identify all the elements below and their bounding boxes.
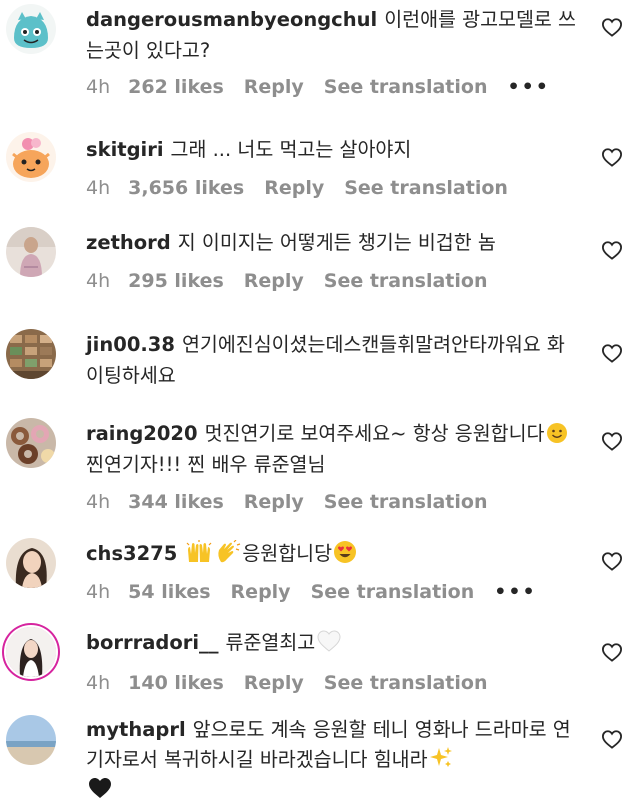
raising-hands-emoji-icon: [186, 540, 212, 562]
see-translation-button[interactable]: See translation: [324, 672, 488, 694]
see-translation-button[interactable]: See translation: [344, 177, 508, 199]
reply-button[interactable]: Reply: [244, 76, 304, 98]
comment-text: mythaprl 앞으로도 계속 응원할 테니 영화나 드라마로 연기자로서 복귀…: [86, 715, 576, 805]
reply-button[interactable]: Reply: [244, 672, 304, 694]
comment-time: 4h: [86, 672, 111, 694]
comment-meta: 4h 3,656 likes Reply See translation: [86, 177, 528, 199]
heart-outline-icon[interactable]: [601, 729, 623, 749]
reply-button[interactable]: Reply: [231, 581, 291, 603]
heart-outline-icon[interactable]: [601, 343, 623, 363]
comment-meta: 4h 262 likes Reply See translation •••: [86, 76, 550, 98]
comment-username[interactable]: chs3275: [86, 542, 177, 565]
more-options-icon[interactable]: •••: [507, 76, 549, 98]
comment-username[interactable]: zethord: [86, 231, 171, 254]
avatar[interactable]: [6, 538, 56, 588]
avatar[interactable]: [6, 227, 56, 277]
white-heart-emoji-icon: [317, 630, 341, 652]
heart-outline-icon[interactable]: [601, 17, 623, 37]
comment-time: 4h: [86, 177, 111, 199]
see-translation-button[interactable]: See translation: [324, 76, 488, 98]
clapping-hands-emoji-icon: [218, 540, 241, 563]
comment-time: 4h: [86, 491, 111, 513]
comment-body: 멋진연기로 보여주세요~ 항상 응원합니다: [204, 422, 545, 445]
comment-username[interactable]: borrradori__: [86, 631, 219, 654]
comment-time: 4h: [86, 76, 111, 98]
comment-text: skitgiri 그래 ... 너도 먹고는 살아야지: [86, 134, 576, 165]
heart-outline-icon[interactable]: [601, 642, 623, 662]
comment-body: 지 이미지는 어떻게든 챙기는 비겁한 놈: [177, 231, 496, 254]
reply-button[interactable]: Reply: [244, 491, 304, 513]
more-options-icon[interactable]: •••: [494, 581, 536, 603]
comment-body: 응원합니당: [242, 542, 333, 565]
comment-time: 4h: [86, 581, 111, 603]
avatar[interactable]: [6, 418, 56, 468]
see-translation-button[interactable]: See translation: [324, 270, 488, 292]
heart-eyes-emoji-icon: [334, 541, 357, 563]
avatar[interactable]: [6, 4, 56, 54]
reply-button[interactable]: Reply: [244, 270, 304, 292]
likes-count[interactable]: 140 likes: [128, 672, 224, 694]
likes-count[interactable]: 3,656 likes: [128, 177, 244, 199]
avatar[interactable]: [6, 715, 56, 765]
avatar[interactable]: [6, 132, 56, 182]
comment-text: raing2020 멋진연기로 보여주세요~ 항상 응원합니다 찐연기자!!! 찐…: [86, 418, 576, 480]
see-translation-button[interactable]: See translation: [324, 491, 488, 513]
avatar[interactable]: [6, 329, 56, 379]
comment-meta: 4h 140 likes Reply See translation: [86, 672, 507, 694]
comment-text: borrradori__ 류준열최고: [86, 627, 576, 658]
black-heart-emoji-icon: [89, 778, 111, 798]
likes-count[interactable]: 262 likes: [128, 76, 224, 98]
comment-meta: 4h 344 likes Reply See translation: [86, 491, 507, 513]
comment-username[interactable]: dangerousmanbyeongchul: [86, 8, 377, 31]
comment-text: jin00.38 연기에진심이셨는데스캔들휘말려안타까워요 화이팅하세요: [86, 329, 576, 391]
heart-outline-icon[interactable]: [601, 431, 623, 451]
heart-outline-icon[interactable]: [601, 551, 623, 571]
comment-username[interactable]: mythaprl: [86, 718, 186, 741]
heart-outline-icon[interactable]: [601, 240, 623, 260]
comment-username[interactable]: skitgiri: [86, 138, 164, 161]
comment-time: 4h: [86, 270, 111, 292]
comment-meta: 4h 54 likes Reply See translation •••: [86, 581, 537, 603]
comment-body: 그래 ... 너도 먹고는 살아야지: [170, 138, 412, 161]
likes-count[interactable]: 344 likes: [128, 491, 224, 513]
comment-username[interactable]: jin00.38: [86, 333, 175, 356]
comment-body-continued: 찐연기자!!! 찐 배우 류준열님: [86, 453, 326, 476]
sparkles-emoji-icon: [429, 747, 452, 767]
comment-username[interactable]: raing2020: [86, 422, 198, 445]
reply-button[interactable]: Reply: [264, 177, 324, 199]
likes-count[interactable]: 295 likes: [128, 270, 224, 292]
heart-outline-icon[interactable]: [601, 147, 623, 167]
comment-text: dangerousmanbyeongchul 이런애를 광고모델로 쓰는곳이 있다…: [86, 4, 576, 66]
likes-count[interactable]: 54 likes: [128, 581, 210, 603]
comment-body: 류준열최고: [225, 631, 316, 654]
comment-text: chs3275 응원합니당: [86, 538, 576, 569]
comment-text: zethord 지 이미지는 어떻게든 챙기는 비겁한 놈: [86, 227, 576, 258]
comment-meta: 4h 295 likes Reply See translation: [86, 270, 507, 292]
avatar-with-story-ring[interactable]: [6, 627, 56, 677]
see-translation-button[interactable]: See translation: [311, 581, 475, 603]
smiling-face-emoji-icon: [546, 423, 567, 443]
